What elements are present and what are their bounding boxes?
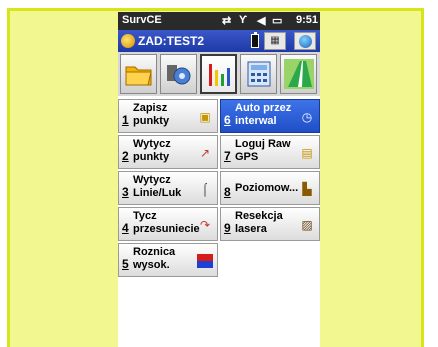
menu-item-label: Wytycz punkty xyxy=(133,138,171,163)
menu-item-stake-points[interactable]: 2 Wytycz punkty ↗ xyxy=(118,135,218,169)
menu-item-store-points[interactable]: 1 Zapisz punkty ▣ xyxy=(118,99,218,133)
tab-survey[interactable] xyxy=(200,54,237,94)
volume-icon[interactable]: ◀ xyxy=(257,14,265,27)
menu-item-offset-stake[interactable]: 4 Tycz przesuniecie ↷ xyxy=(118,207,218,241)
folder-icon xyxy=(125,66,152,86)
settings-gear-icon xyxy=(167,65,191,85)
menu-item-label: Zapisz punkty xyxy=(133,102,170,127)
menu-item-number: 3 xyxy=(122,185,129,199)
menu-item-leveling[interactable]: 8 Poziomow... ▙ xyxy=(220,171,320,205)
menu-item-label: Tycz przesuniecie xyxy=(133,210,200,235)
menu-item-label: Roznica wysok. xyxy=(133,246,176,271)
tab-file[interactable] xyxy=(120,54,157,94)
stake-points-icon: ↗ xyxy=(199,146,211,160)
menu-item-number: 8 xyxy=(224,185,231,199)
main-tabs xyxy=(118,52,320,96)
laser-resection-icon: ▨ xyxy=(301,218,313,232)
menu-item-number: 6 xyxy=(224,113,231,127)
auto-interval-icon: ◷ xyxy=(301,110,313,124)
clock-time[interactable]: 9:51 xyxy=(296,14,318,26)
menu-item-number: 1 xyxy=(122,113,129,127)
leveling-icon: ▙ xyxy=(302,182,312,196)
menu-item-stake-line-arc[interactable]: 3 Wytycz Linie/Luk ⌠ xyxy=(118,171,218,205)
menu-item-auto-interval[interactable]: 6 Auto przez interwal ◷ xyxy=(220,99,320,133)
device-battery-icon xyxy=(251,32,259,48)
menu-item-label: Resekcja lasera xyxy=(235,210,283,235)
tab-cogo[interactable] xyxy=(240,54,277,94)
calculator-icon xyxy=(247,61,271,87)
globe-button[interactable] xyxy=(294,32,316,50)
menu-item-number: 2 xyxy=(122,149,129,163)
menu-item-number: 4 xyxy=(122,221,129,235)
menu-item-laser-resection[interactable]: 9 Resekcja lasera ▨ xyxy=(220,207,320,241)
tab-roads[interactable] xyxy=(280,54,317,94)
menu-item-label: Auto przez interwal xyxy=(235,102,292,127)
menu-item-label: Loguj Raw GPS xyxy=(235,138,291,163)
title-bar: ZAD:TEST2 ▦ xyxy=(118,30,320,52)
signal-off-icon[interactable]: Ƴ xyxy=(239,14,247,26)
menu-item-label: Wytycz Linie/Luk xyxy=(133,174,182,199)
store-points-icon: ▣ xyxy=(199,110,211,124)
log-raw-gps-icon: ▤ xyxy=(301,146,313,160)
menu-item-elevation-difference[interactable]: 5 Roznica wysok. xyxy=(118,243,218,277)
menu-item-number: 9 xyxy=(224,221,231,235)
tab-equipment[interactable] xyxy=(160,54,197,94)
elevation-difference-icon xyxy=(197,254,213,268)
survce-logo-icon xyxy=(121,34,135,48)
calculator-toolbar-button[interactable]: ▦ xyxy=(264,32,286,50)
globe-icon xyxy=(299,35,312,48)
menu-item-label: Poziomow... xyxy=(235,182,299,194)
road-icon xyxy=(284,59,314,89)
status-bar: SurvCE ⇄ Ƴ ◀ ▭ 9:51 xyxy=(118,12,320,30)
job-title: ZAD:TEST2 xyxy=(138,34,204,48)
battery-icon[interactable]: ▭ xyxy=(272,14,282,27)
offset-stake-icon: ↷ xyxy=(199,218,211,232)
app-name: SurvCE xyxy=(122,14,162,26)
menu-item-number: 7 xyxy=(224,149,231,163)
menu-item-log-raw-gps[interactable]: 7 Loguj Raw GPS ▤ xyxy=(220,135,320,169)
menu-item-number: 5 xyxy=(122,257,129,271)
connectivity-icon[interactable]: ⇄ xyxy=(222,14,231,27)
device-screen: SurvCE ⇄ Ƴ ◀ ▭ 9:51 ZAD:TEST2 ▦ 1 Zapisz… xyxy=(118,12,320,347)
survey-stakeout-icon xyxy=(209,64,230,86)
stake-line-arc-icon: ⌠ xyxy=(201,182,209,196)
